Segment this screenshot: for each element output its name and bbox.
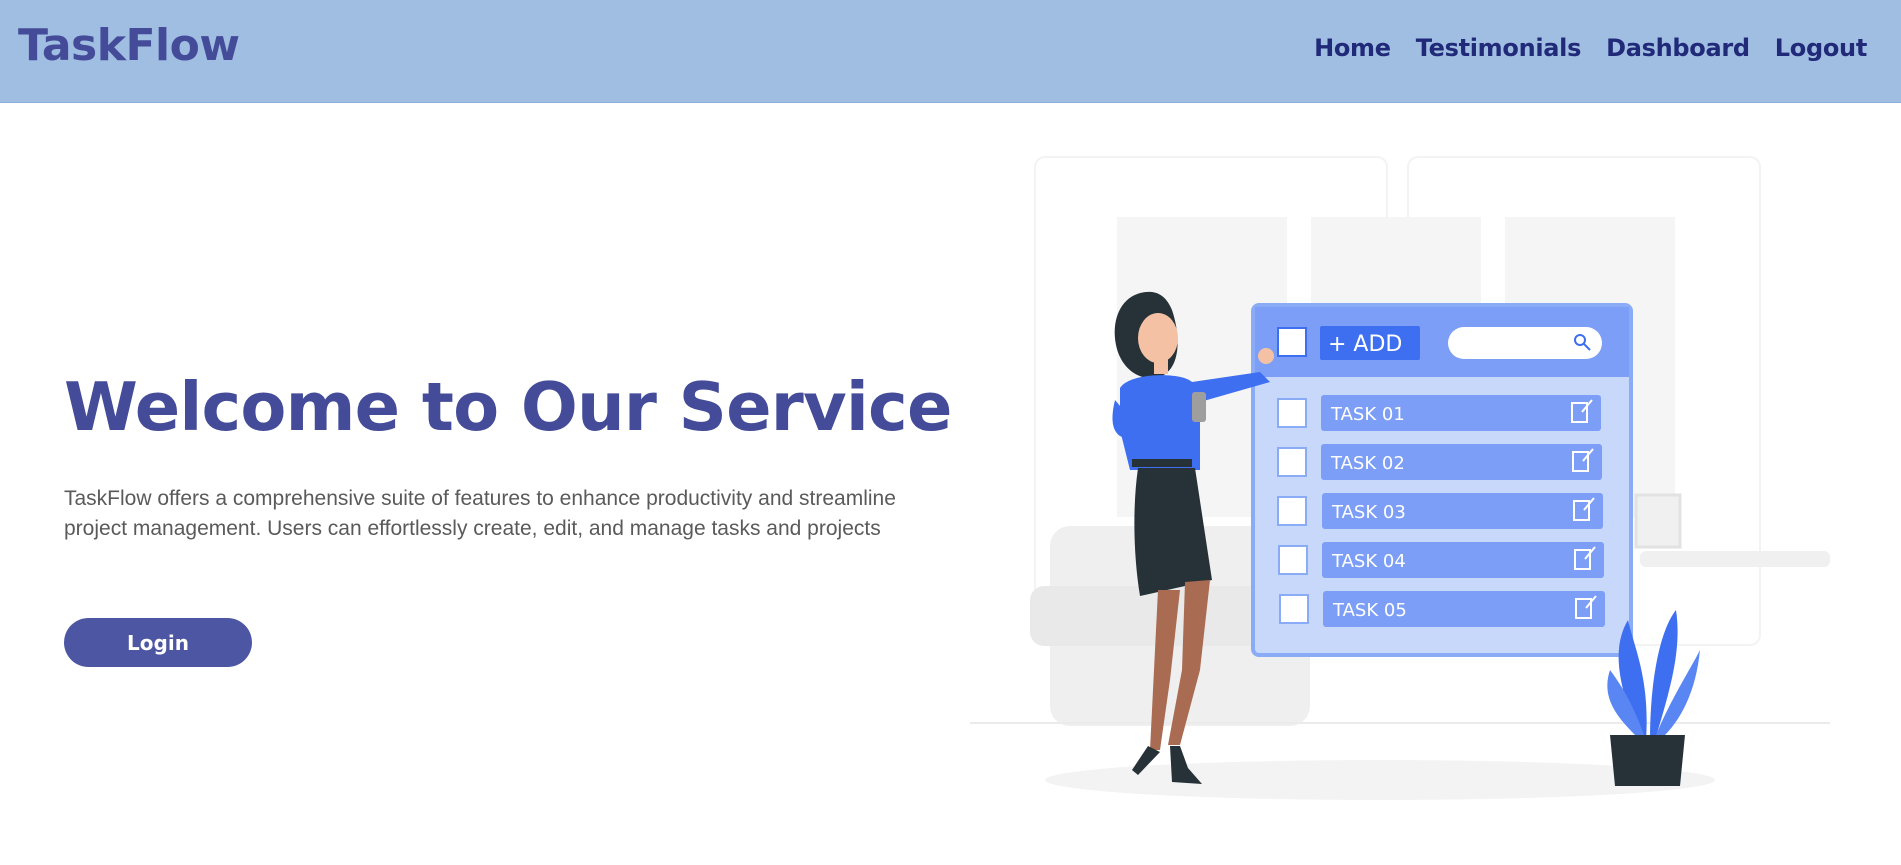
top-navbar: TaskFlow Home Testimonials Dashboard Log… [0,0,1901,103]
panel-search-field [1448,327,1602,359]
task-row: TASK 05 [1279,591,1605,627]
task-checkbox [1279,594,1309,624]
task-checkbox [1277,496,1307,526]
task-row: TASK 03 [1277,493,1603,529]
nav-link-dashboard[interactable]: Dashboard [1606,34,1750,62]
select-all-checkbox [1277,327,1307,357]
task-checkbox [1277,447,1307,477]
task-checkbox [1278,545,1308,575]
task-checkbox [1277,398,1307,428]
add-task-label: + ADD [1328,332,1402,357]
task-label: TASK 05 [1332,600,1407,621]
task-label: TASK 04 [1331,551,1406,572]
hero-title: Welcome to Our Service [64,368,952,446]
nav-link-testimonials[interactable]: Testimonials [1416,34,1582,62]
task-label: TASK 03 [1331,502,1406,523]
task-row: TASK 01 [1277,395,1601,431]
task-label: TASK 02 [1330,453,1405,474]
brand-logo[interactable]: TaskFlow [18,20,240,71]
nav-links: Home Testimonials Dashboard Logout [1314,34,1867,62]
nav-link-logout[interactable]: Logout [1775,34,1868,62]
task-label: TASK 01 [1330,404,1405,425]
nav-link-home[interactable]: Home [1314,34,1391,62]
task-row: TASK 04 [1278,542,1604,578]
login-button[interactable]: Login [64,618,252,667]
task-illustration: + ADD TASK 01 TASK 02 TASK 03 TASK 04 TA… [970,156,1830,800]
task-row: TASK 02 [1277,444,1602,480]
hero-description: TaskFlow offers a comprehensive suite of… [64,487,896,540]
